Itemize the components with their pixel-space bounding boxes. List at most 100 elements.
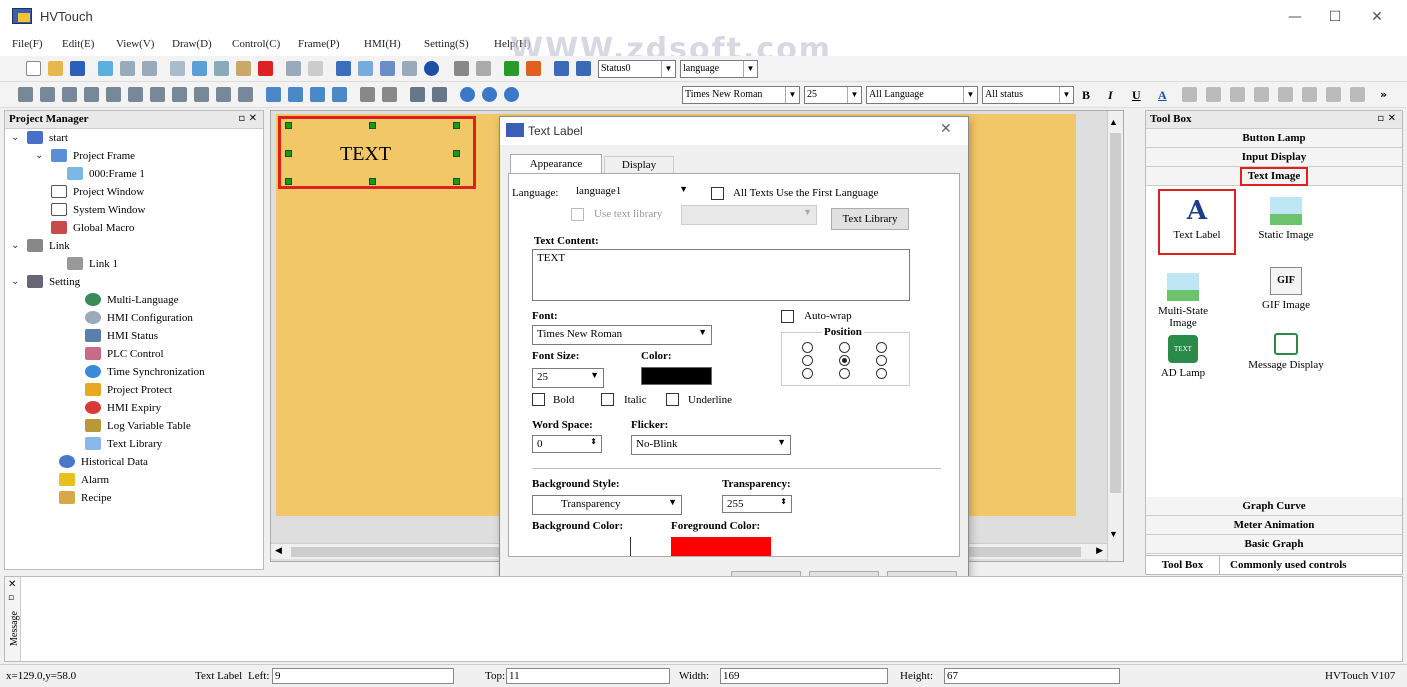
- tree-item-hmi-expiry[interactable]: HMI Expiry: [85, 401, 161, 414]
- category-text-image[interactable]: Text Image: [1146, 167, 1402, 186]
- undo-icon[interactable]: [286, 61, 301, 76]
- tree-item-system-window[interactable]: System Window: [51, 203, 145, 216]
- chevron-down-icon[interactable]: ⌄: [11, 276, 21, 287]
- flicker-select[interactable]: No-Blink ▼: [631, 435, 791, 455]
- panel-close-icon[interactable]: ▫ ✕: [238, 113, 257, 124]
- tab-appearance[interactable]: Appearance: [510, 154, 602, 174]
- upload-icon[interactable]: [526, 61, 541, 76]
- list-icon[interactable]: [358, 61, 373, 76]
- position-top-center[interactable]: [839, 342, 850, 353]
- position-middle-center[interactable]: [839, 355, 850, 366]
- distribute-h-icon[interactable]: [150, 87, 165, 102]
- position-top-left[interactable]: [802, 342, 813, 353]
- tree-item-plc-control[interactable]: PLC Control: [85, 347, 164, 360]
- chevron-down-icon[interactable]: ⌄: [35, 150, 45, 161]
- layer-bottom-icon[interactable]: [332, 87, 347, 102]
- chevron-down-icon[interactable]: ⌄: [11, 132, 21, 143]
- menu-file[interactable]: File(F): [12, 38, 43, 50]
- align-bottom-text-icon[interactable]: [1302, 87, 1317, 102]
- tree-item-hmi-configuration[interactable]: HMI Configuration: [85, 311, 193, 324]
- background-style-select[interactable]: Transparency ▼: [532, 495, 682, 515]
- font-select[interactable]: Times New Roman ▼: [532, 325, 712, 345]
- minimize-icon[interactable]: —: [1280, 6, 1310, 28]
- all-status-select[interactable]: All status ▼: [982, 86, 1074, 104]
- foreground-color-swatch[interactable]: [671, 537, 771, 556]
- tool-ad-lamp[interactable]: TEXT AD Lamp: [1146, 335, 1220, 379]
- link-icon[interactable]: [380, 61, 395, 76]
- maximize-icon[interactable]: ☐: [1320, 6, 1350, 28]
- status-select[interactable]: Status0 ▼: [598, 60, 676, 78]
- window-icon[interactable]: [142, 61, 157, 76]
- cut-icon[interactable]: [214, 61, 229, 76]
- tree-item-frame-1[interactable]: 000:Frame 1: [67, 167, 145, 180]
- bold-checkbox[interactable]: [532, 393, 545, 406]
- font-size-select[interactable]: 25 ▼: [804, 86, 862, 104]
- zoom-in-icon[interactable]: [460, 87, 475, 102]
- tool-gif-image[interactable]: GIF GIF Image: [1246, 267, 1326, 311]
- align-right-icon[interactable]: [84, 87, 99, 102]
- all-language-select[interactable]: All Language ▼: [866, 86, 978, 104]
- tree-item-link-1[interactable]: Link 1: [67, 257, 118, 270]
- grid-icon[interactable]: [192, 61, 207, 76]
- tree-item-setting[interactable]: ⌄ Setting: [11, 275, 80, 288]
- resize-handle[interactable]: [453, 178, 460, 185]
- download-icon[interactable]: [504, 61, 519, 76]
- align-right-text-icon[interactable]: [1230, 87, 1245, 102]
- text-library-button[interactable]: Text Library: [831, 208, 909, 230]
- align-justify-text-icon[interactable]: [1326, 87, 1341, 102]
- resize-handle[interactable]: [285, 178, 292, 185]
- scroll-thumb[interactable]: [1110, 133, 1121, 493]
- new-file-icon[interactable]: [26, 61, 41, 76]
- top-field[interactable]: 11: [506, 668, 670, 684]
- center-h-icon[interactable]: [106, 87, 121, 102]
- tree-item-hmi-status[interactable]: HMI Status: [85, 329, 158, 342]
- tree-item-time-sync[interactable]: Time Synchronization: [85, 365, 205, 378]
- tree-item-start[interactable]: ⌄ start: [11, 131, 68, 144]
- simulate-icon[interactable]: [476, 61, 491, 76]
- language-select[interactable]: language ▼: [680, 60, 758, 78]
- menu-draw[interactable]: Draw(D): [172, 38, 212, 50]
- language-select[interactable]: language1 ▼: [572, 183, 692, 203]
- zoom-fit-icon[interactable]: [504, 87, 519, 102]
- panel-close-icon[interactable]: ▫ ✕: [1377, 113, 1396, 124]
- tool-text-label[interactable]: A Text Label: [1158, 189, 1236, 255]
- layer-up-icon[interactable]: [266, 87, 281, 102]
- category-input-display[interactable]: Input Display: [1146, 148, 1402, 167]
- align-top-text-icon[interactable]: [1254, 87, 1269, 102]
- text-spacing-icon[interactable]: [1350, 87, 1365, 102]
- tree-item-link[interactable]: ⌄ Link: [11, 239, 70, 252]
- menu-frame[interactable]: Frame(P): [298, 38, 340, 50]
- tree-item-log-variable[interactable]: Log Variable Table: [85, 419, 191, 432]
- paste-icon[interactable]: [236, 61, 251, 76]
- message-tab[interactable]: Message: [9, 611, 20, 646]
- close-icon[interactable]: ✕: [1362, 6, 1392, 28]
- position-bottom-center[interactable]: [839, 368, 850, 379]
- align-center-text-icon[interactable]: [1206, 87, 1221, 102]
- copy-frame-icon[interactable]: [170, 61, 185, 76]
- resize-handle[interactable]: [453, 150, 460, 157]
- underline-button[interactable]: U: [1132, 88, 1141, 103]
- width-field[interactable]: 169: [720, 668, 888, 684]
- tab-tool-box[interactable]: Tool Box: [1146, 556, 1220, 574]
- align-top-icon[interactable]: [18, 87, 33, 102]
- dialog-close-icon[interactable]: ✕: [940, 121, 952, 137]
- compile-icon[interactable]: [454, 61, 469, 76]
- align-left-text-icon[interactable]: [1182, 87, 1197, 102]
- tree-item-project-protect[interactable]: Project Protect: [85, 383, 172, 396]
- add-frame-icon[interactable]: [98, 61, 113, 76]
- resize-handle[interactable]: [369, 122, 376, 129]
- resize-handle[interactable]: [285, 150, 292, 157]
- tool-message-display[interactable]: Message Display: [1246, 333, 1326, 371]
- group-icon[interactable]: [360, 87, 375, 102]
- underline-checkbox[interactable]: [666, 393, 679, 406]
- align-bottom-icon[interactable]: [40, 87, 55, 102]
- layer-top-icon[interactable]: [310, 87, 325, 102]
- shape-icon[interactable]: [432, 87, 447, 102]
- tool-static-image[interactable]: Static Image: [1246, 197, 1326, 241]
- italic-button[interactable]: I: [1108, 88, 1113, 103]
- all-texts-first-checkbox[interactable]: [711, 187, 724, 200]
- tab-display[interactable]: Display: [604, 156, 674, 174]
- offline-sim-icon[interactable]: [554, 61, 569, 76]
- distribute-v-icon[interactable]: [172, 87, 187, 102]
- position-middle-left[interactable]: [802, 355, 813, 366]
